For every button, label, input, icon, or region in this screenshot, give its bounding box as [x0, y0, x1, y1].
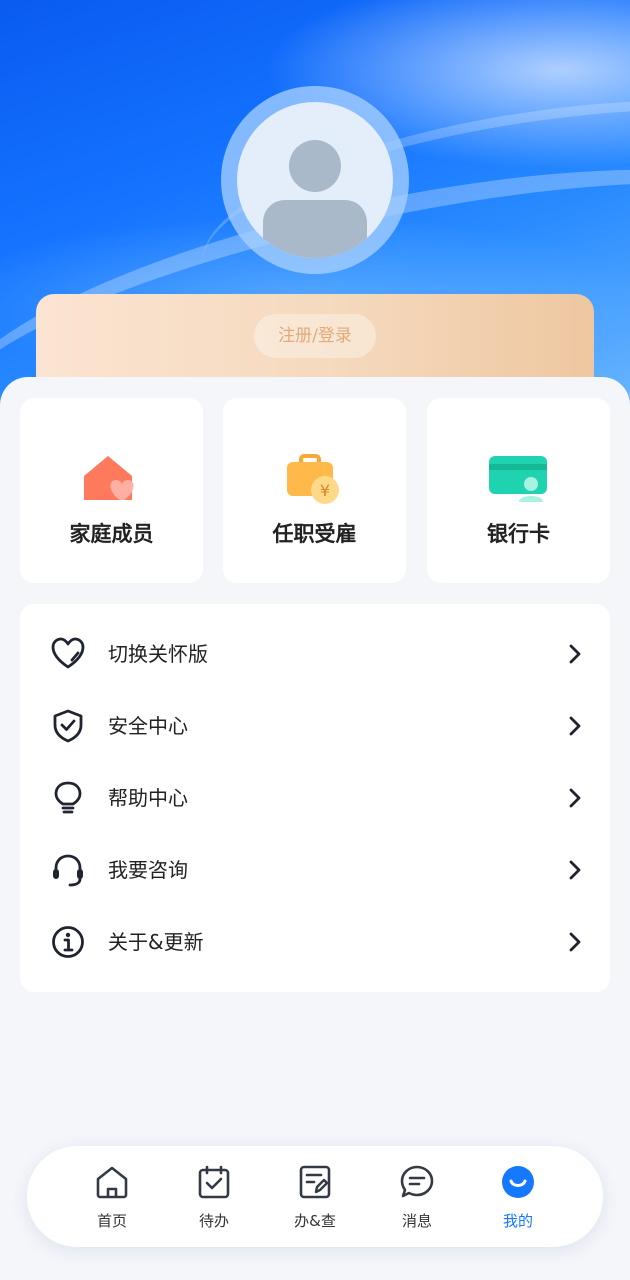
avatar[interactable] — [237, 102, 393, 258]
menu-item-label: 安全中心 — [108, 714, 188, 738]
menu-item-about-update[interactable]: 关于&更新 — [20, 906, 610, 978]
menu-item-security-center[interactable]: 安全中心 — [20, 690, 610, 762]
quick-action-label: 任职受雇 — [272, 522, 357, 546]
tab-label: 办&查 — [294, 1212, 336, 1230]
smile-icon — [502, 1166, 534, 1198]
bottom-tab-bar: 首页 待办 办&查 消息 我的 — [27, 1146, 603, 1247]
tab-handle-query[interactable]: 办&查 — [275, 1146, 355, 1247]
chevron-right-icon — [569, 860, 581, 880]
heart-icon — [51, 637, 85, 669]
avatar-body-shape — [263, 200, 367, 258]
menu-item-label: 关于&更新 — [108, 930, 204, 954]
quick-action-label: 银行卡 — [487, 522, 550, 546]
house-heart-icon — [84, 456, 134, 500]
briefcase-yen-icon: ¥ — [287, 454, 339, 504]
tab-label: 消息 — [401, 1212, 432, 1230]
tab-label: 待办 — [198, 1212, 229, 1230]
quick-action-label: 家庭成员 — [69, 522, 154, 546]
calendar-check-icon — [198, 1165, 230, 1199]
tab-label: 我的 — [502, 1212, 533, 1230]
menu-item-help-center[interactable]: 帮助中心 — [20, 762, 610, 834]
chevron-right-icon — [569, 932, 581, 952]
tab-mine[interactable]: 我的 — [478, 1146, 558, 1247]
register-login-button[interactable]: 注册/登录 — [254, 314, 376, 358]
tab-home[interactable]: 首页 — [72, 1146, 152, 1247]
menu-item-care-mode[interactable]: 切换关怀版 — [20, 618, 610, 690]
form-edit-icon — [299, 1165, 331, 1199]
tab-todo[interactable]: 待办 — [174, 1146, 254, 1247]
lightbulb-icon — [54, 781, 82, 814]
bank-card-icon — [489, 456, 547, 502]
tab-messages[interactable]: 消息 — [377, 1146, 457, 1247]
menu-item-label: 切换关怀版 — [108, 642, 208, 666]
quick-action-employment[interactable]: ¥ 任职受雇 — [223, 398, 406, 583]
avatar-head-shape — [289, 140, 341, 192]
chevron-right-icon — [569, 788, 581, 808]
info-icon — [52, 926, 84, 958]
menu-item-consult[interactable]: 我要咨询 — [20, 834, 610, 906]
home-icon — [96, 1166, 128, 1199]
tab-label: 首页 — [96, 1212, 127, 1230]
svg-text:¥: ¥ — [320, 481, 330, 500]
chevron-right-icon — [569, 644, 581, 664]
menu-item-label: 帮助中心 — [108, 786, 188, 810]
message-icon — [400, 1165, 434, 1198]
shield-check-icon — [53, 709, 83, 743]
settings-menu: 切换关怀版 安全中心 帮助中心 我要咨询 关于&更新 — [20, 604, 610, 992]
chevron-right-icon — [569, 716, 581, 736]
headset-icon — [53, 854, 83, 887]
menu-item-label: 我要咨询 — [108, 858, 188, 882]
quick-action-bank-card[interactable]: 银行卡 — [427, 398, 610, 583]
quick-action-family-members[interactable]: 家庭成员 — [20, 398, 203, 583]
